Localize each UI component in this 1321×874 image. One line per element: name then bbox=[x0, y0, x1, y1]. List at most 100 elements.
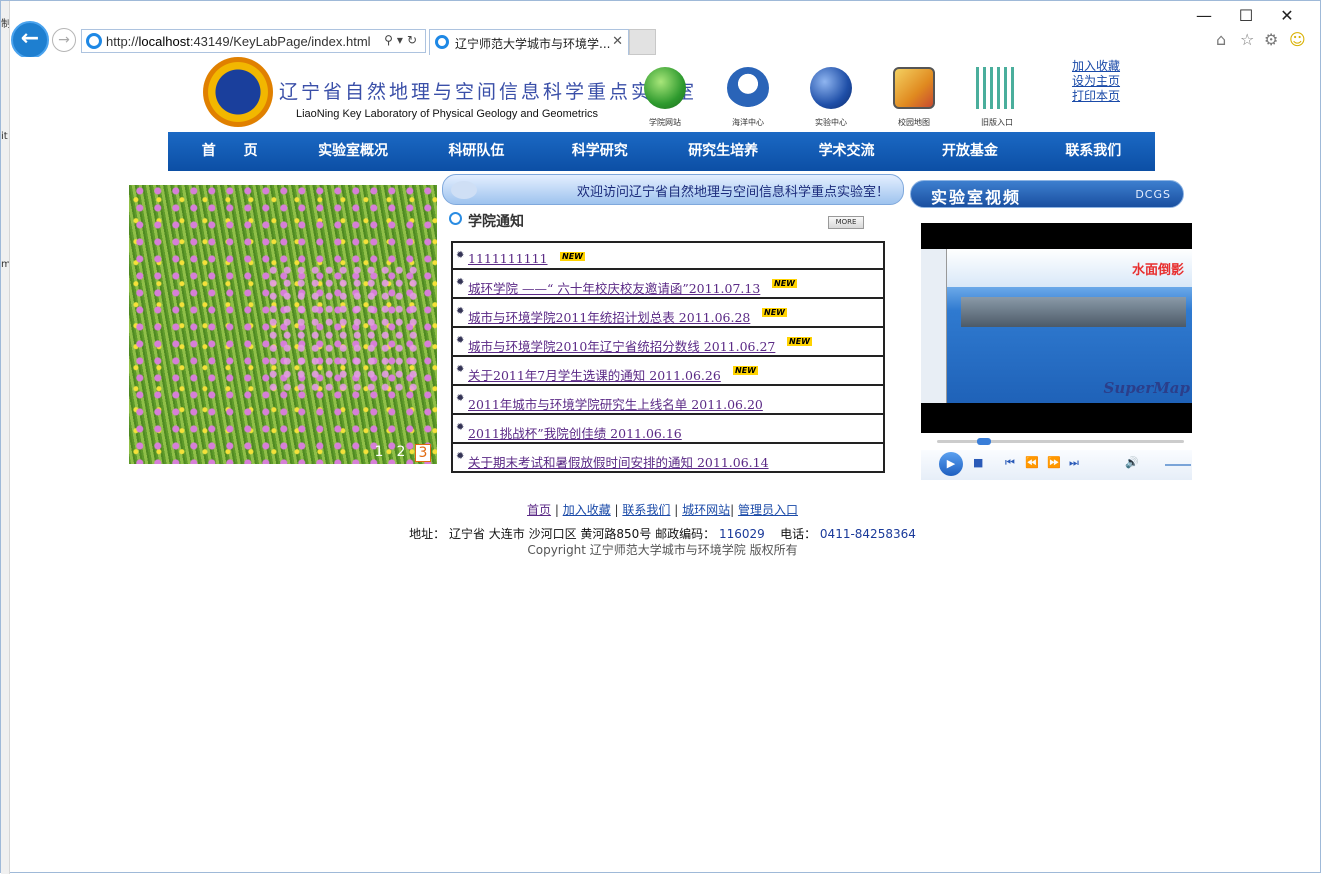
seek-handle[interactable] bbox=[977, 438, 991, 445]
dropdown-icon[interactable]: ▾ bbox=[397, 33, 407, 47]
back-button[interactable]: ← bbox=[11, 21, 49, 59]
close-window-button[interactable]: ✕ bbox=[1267, 5, 1307, 27]
rewind-icon[interactable]: ⏪ bbox=[1025, 456, 1039, 469]
menu-home[interactable]: 首 页 bbox=[168, 132, 291, 171]
smiley-feedback-icon[interactable]: ☺ bbox=[1289, 30, 1306, 49]
notice-link[interactable]: 1111111111 bbox=[468, 251, 548, 266]
play-icon[interactable]: ▶ bbox=[939, 452, 963, 476]
minimize-button[interactable]: — bbox=[1184, 5, 1224, 27]
quicklink-label: 学院网站 bbox=[649, 118, 681, 127]
address-text: 辽宁省 大连市 沙河口区 黄河路850号 bbox=[448, 527, 652, 541]
bullet-icon: ✹ bbox=[456, 250, 465, 261]
menu-contact-us[interactable]: 联系我们 bbox=[1032, 132, 1155, 171]
fast-forward-icon[interactable]: ⏩ bbox=[1047, 456, 1061, 469]
forward-button[interactable]: → bbox=[52, 28, 76, 52]
favorites-star-icon[interactable]: ☆ bbox=[1240, 30, 1254, 49]
footer-home-link[interactable]: 首页 bbox=[527, 503, 551, 517]
menu-lab-overview[interactable]: 实验室概况 bbox=[291, 132, 414, 171]
address-tools[interactable]: ⚲▾↻ bbox=[384, 33, 421, 47]
quicklink-lab-center[interactable]: 实验中心 bbox=[801, 67, 861, 128]
flowers-image bbox=[269, 265, 419, 395]
notice-link[interactable]: 关于期末考试和暑假放假时间安排的通知 2011.06.14 bbox=[468, 452, 769, 471]
footer-college-site-link[interactable]: 城环网站 bbox=[682, 503, 730, 517]
notice-link[interactable]: 城环学院 ——“ 六十年校庆校友邀请函”2011.07.13 bbox=[468, 278, 760, 297]
notice-row: ✹ 1111111111 NEW bbox=[451, 241, 885, 270]
menu-research-team[interactable]: 科研队伍 bbox=[415, 132, 538, 171]
volume-slider[interactable] bbox=[1165, 464, 1191, 466]
print-page-link[interactable]: 打印本页 bbox=[1072, 89, 1120, 104]
menu-open-fund[interactable]: 开放基金 bbox=[908, 132, 1031, 171]
new-badge: NEW bbox=[787, 337, 812, 346]
postcode-value: 116029 bbox=[719, 527, 765, 541]
bullet-icon: ✹ bbox=[456, 451, 465, 462]
video-watermark: SuperMap bbox=[1103, 379, 1190, 397]
more-button[interactable]: MORE bbox=[828, 216, 864, 229]
welcome-banner: 欢迎访问辽宁省自然地理与空间信息科学重点实验室！ bbox=[442, 174, 904, 205]
strip-text: 制 bbox=[1, 19, 10, 30]
volume-icon[interactable]: 🔊 bbox=[1125, 456, 1139, 469]
photo-slideshow[interactable]: 1 2 3 bbox=[129, 185, 437, 464]
ie-icon bbox=[86, 33, 102, 49]
quicklink-college-site[interactable]: 学院网站 bbox=[635, 67, 695, 128]
settings-gear-icon[interactable]: ⚙ bbox=[1264, 30, 1278, 49]
tab-title: 辽宁师范大学城市与环境学... bbox=[455, 37, 611, 51]
notice-link[interactable]: 关于2011年7月学生选课的通知 2011.06.26 bbox=[468, 365, 721, 384]
slide-page-1[interactable]: 1 bbox=[371, 444, 387, 462]
quicklink-label: 海洋中心 bbox=[732, 118, 764, 127]
previous-icon[interactable]: ⏮ bbox=[1005, 456, 1015, 470]
notice-list: ✹ 1111111111 NEW ✹ 城环学院 ——“ 六十年校庆校友邀请函”2011.… bbox=[451, 241, 885, 473]
next-icon[interactable]: ⏭ bbox=[1069, 456, 1079, 470]
refresh-icon[interactable]: ↻ bbox=[407, 33, 421, 47]
notice-link[interactable]: 城市与环境学院2011年统招计划总表 2011.06.28 bbox=[468, 307, 750, 326]
footer-add-favorite-link[interactable]: 加入收藏 bbox=[563, 503, 611, 517]
menu-research[interactable]: 科学研究 bbox=[538, 132, 661, 171]
video-tag: DCGS bbox=[1135, 188, 1171, 201]
notice-title: 学院通知 bbox=[449, 211, 524, 231]
strip-text: it bbox=[1, 131, 8, 142]
address-bar[interactable]: http://localhost:43149/KeyLabPage/index.… bbox=[81, 29, 426, 53]
notice-link[interactable]: 2011挑战杯”我院创佳绩 2011.06.16 bbox=[468, 423, 682, 442]
video-buildings bbox=[961, 297, 1186, 327]
stop-icon[interactable]: ■ bbox=[973, 456, 983, 469]
add-favorite-link[interactable]: 加入收藏 bbox=[1072, 59, 1120, 74]
home-icon[interactable]: ⌂ bbox=[1216, 30, 1226, 49]
copyright-text: Copyright 辽宁师范大学城市与环境学院 版权所有 bbox=[527, 543, 798, 557]
background-window-edge: 制 it m bbox=[1, 1, 10, 874]
search-icon[interactable]: ⚲ bbox=[384, 33, 397, 47]
welcome-text: 欢迎访问辽宁省自然地理与空间信息科学重点实验室！ bbox=[576, 185, 889, 200]
quicklink-campus-map[interactable]: 校园地图 bbox=[884, 67, 944, 128]
notice-link[interactable]: 城市与环境学院2010年辽宁省统招分数线 2011.06.27 bbox=[468, 336, 775, 355]
footer-contact-link[interactable]: 联系我们 bbox=[622, 503, 670, 517]
notice-row: ✹ 2011年城市与环境学院研究生上线名单 2011.06.20 bbox=[451, 386, 885, 415]
megaphone-icon bbox=[451, 181, 477, 199]
quicklink-label: 实验中心 bbox=[815, 118, 847, 127]
close-tab-icon[interactable]: ✕ bbox=[612, 34, 623, 49]
new-tab-button[interactable] bbox=[629, 29, 656, 55]
new-badge: NEW bbox=[560, 252, 585, 261]
bullet-icon: ✹ bbox=[456, 393, 465, 404]
browser-tab[interactable]: 辽宁师范大学城市与环境学... ✕ bbox=[429, 29, 629, 55]
slide-page-3[interactable]: 3 bbox=[415, 444, 431, 462]
set-homepage-link[interactable]: 设为主页 bbox=[1072, 74, 1120, 89]
new-badge: NEW bbox=[762, 308, 787, 317]
slide-page-2[interactable]: 2 bbox=[393, 444, 409, 462]
notice-row: ✹ 关于期末考试和暑假放假时间安排的通知 2011.06.14 bbox=[451, 444, 885, 473]
quicklink-old-entry[interactable]: 旧版入口 bbox=[967, 67, 1027, 128]
footer-admin-link[interactable]: 管理员入口 bbox=[738, 503, 798, 517]
slideshow-pager: 1 2 3 bbox=[371, 444, 431, 462]
menu-graduate-training[interactable]: 研究生培养 bbox=[662, 132, 785, 171]
phone-value: 0411-84258364 bbox=[819, 527, 916, 541]
video-player[interactable]: 水面倒影 SuperMap bbox=[921, 223, 1192, 433]
quicklink-ocean-center[interactable]: 海洋中心 bbox=[718, 67, 778, 128]
video-overlay-label: 水面倒影 bbox=[1131, 263, 1184, 278]
lab-logo[interactable] bbox=[203, 57, 273, 127]
video-title: 实验室视频 bbox=[931, 188, 1022, 207]
url-text[interactable]: http://localhost:43149/KeyLabPage/index.… bbox=[106, 34, 371, 49]
video-seekbar[interactable] bbox=[937, 438, 1184, 445]
arrow-left-icon: ← bbox=[20, 26, 40, 51]
phone-label: 电话： bbox=[780, 527, 817, 541]
menu-academic-exchange[interactable]: 学术交流 bbox=[785, 132, 908, 171]
notice-link[interactable]: 2011年城市与环境学院研究生上线名单 2011.06.20 bbox=[468, 394, 763, 413]
maximize-button[interactable]: ☐ bbox=[1226, 5, 1266, 27]
bullet-icon: ✹ bbox=[456, 277, 465, 288]
